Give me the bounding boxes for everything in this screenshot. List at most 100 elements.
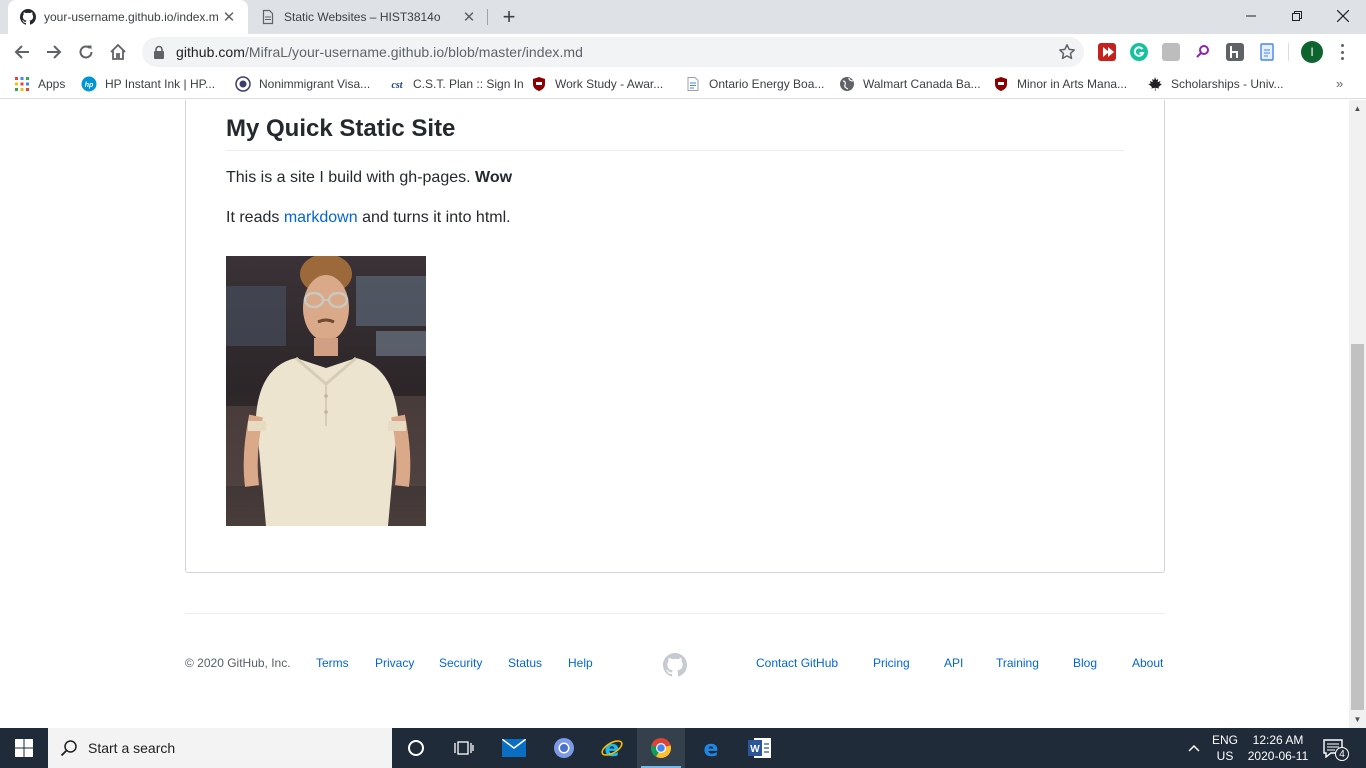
github-mark-icon[interactable] — [663, 653, 687, 677]
bookmark-cst-plan[interactable]: cst C.S.T. Plan :: Sign In — [389, 75, 523, 93]
readme-gif-image — [226, 256, 426, 526]
tab-title: your-username.github.io/index.m — [44, 10, 218, 24]
taskbar-search-box[interactable]: Start a search — [48, 728, 392, 768]
shield-icon — [995, 77, 1007, 91]
footer-link-help[interactable]: Help — [568, 656, 593, 670]
bookmark-hp-instant-ink[interactable]: hp HP Instant Ink | HP... — [81, 75, 215, 93]
markdown-link[interactable]: markdown — [284, 209, 358, 226]
scroll-up-arrow-icon[interactable]: ▲ — [1349, 100, 1366, 117]
profile-avatar[interactable]: I — [1301, 41, 1323, 63]
tab-static-websites[interactable]: Static Websites – HIST3814o ✕ — [248, 0, 488, 34]
input-language-indicator[interactable]: ENG US — [1208, 732, 1242, 764]
extension-docs-icon[interactable] — [1258, 43, 1276, 61]
lock-icon[interactable] — [152, 45, 166, 59]
reload-button[interactable] — [73, 39, 99, 65]
footer-link-training[interactable]: Training — [996, 656, 1039, 670]
bookmark-work-study[interactable]: Work Study - Awar... — [531, 75, 663, 93]
bookmark-ontario-energy[interactable]: Ontario Energy Boa... — [685, 75, 824, 93]
chrome-app[interactable] — [637, 728, 685, 768]
internet-explorer-app[interactable]: e — [588, 728, 636, 768]
cst-icon: cst — [391, 80, 403, 91]
footer-link-about[interactable]: About — [1132, 656, 1163, 670]
document-icon — [687, 77, 699, 91]
github-icon — [20, 9, 36, 25]
scrollbar-thumb[interactable] — [1351, 344, 1364, 710]
readme-title: My Quick Static Site — [226, 113, 1124, 151]
footer-link-api[interactable]: API — [944, 656, 963, 670]
extension-gray-icon[interactable] — [1162, 43, 1180, 61]
new-tab-button[interactable]: + — [497, 4, 521, 29]
tab-github-index[interactable]: your-username.github.io/index.m ✕ — [8, 0, 248, 34]
document-icon — [262, 9, 274, 25]
bookmark-nonimmigrant-visa[interactable]: Nonimmigrant Visa... — [235, 75, 370, 93]
extension-h-icon[interactable] — [1226, 43, 1244, 61]
cortana-button[interactable] — [392, 728, 440, 768]
bookmark-label: Scholarships - Univ... — [1171, 77, 1284, 91]
close-icon — [1337, 10, 1349, 22]
magnifier-icon — [1196, 45, 1209, 58]
globe-icon — [840, 77, 854, 91]
address-bar[interactable]: github.com/MifraL/your-username.github.i… — [142, 37, 1084, 67]
clock-time: 12:26 AM — [1252, 733, 1304, 747]
footer-link-pricing[interactable]: Pricing — [873, 656, 910, 670]
bookmark-label: Walmart Canada Ba... — [863, 77, 981, 91]
close-window-button[interactable] — [1320, 0, 1366, 32]
notification-count-badge: 4 — [1335, 747, 1349, 761]
language-code: ENG — [1211, 733, 1238, 747]
mail-app[interactable] — [490, 728, 538, 768]
footer-link-status[interactable]: Status — [508, 656, 542, 670]
extension-grammarly-icon[interactable] — [1130, 43, 1148, 61]
bookmark-minor-in-arts[interactable]: Minor in Arts Mana... — [993, 75, 1127, 93]
footer-link-blog[interactable]: Blog — [1073, 656, 1097, 670]
footer-link-security[interactable]: Security — [439, 656, 482, 670]
back-arrow-icon — [14, 45, 29, 59]
bookmarks-overflow-button[interactable]: » — [1336, 76, 1343, 91]
letter-h-icon — [1230, 46, 1238, 58]
restore-button[interactable] — [1274, 0, 1320, 32]
home-icon — [110, 43, 126, 60]
svg-text:W: W — [750, 744, 760, 755]
scroll-down-arrow-icon[interactable]: ▼ — [1349, 711, 1366, 728]
restore-icon — [1292, 11, 1302, 21]
edge-app[interactable]: e — [687, 728, 735, 768]
search-placeholder: Start a search — [88, 740, 176, 756]
back-button[interactable] — [9, 39, 35, 65]
home-button[interactable] — [105, 39, 131, 65]
forward-button[interactable] — [41, 39, 67, 65]
url-path: /MifraL/your-username.github.io/blob/mas… — [244, 44, 583, 60]
page-scrollbar[interactable]: ▲ ▼ — [1349, 100, 1366, 728]
tab-close-button[interactable]: ✕ — [218, 6, 240, 28]
show-hidden-icons-chevron-icon[interactable] — [1186, 740, 1202, 756]
bookmark-scholarships[interactable]: Scholarships - Univ... — [1147, 75, 1283, 93]
bookmark-label: Minor in Arts Mana... — [1017, 77, 1128, 91]
bookmark-label: Ontario Energy Boa... — [709, 77, 825, 91]
extension-search-icon[interactable] — [1194, 43, 1212, 61]
tab-close-button[interactable]: ✕ — [458, 6, 480, 28]
footer-link-terms[interactable]: Terms — [316, 656, 349, 670]
bookmark-star-icon[interactable] — [1058, 43, 1076, 61]
extension-youtube-icon[interactable] — [1098, 43, 1116, 61]
play-icon — [1103, 47, 1114, 57]
paragraph-text: and turns it into html. — [357, 209, 511, 226]
bookmark-walmart-canada[interactable]: Walmart Canada Ba... — [839, 75, 981, 93]
footer-link-privacy[interactable]: Privacy — [375, 656, 414, 670]
maple-leaf-icon — [1148, 77, 1162, 91]
keyboard-layout: US — [1216, 749, 1234, 763]
seal-icon — [235, 76, 251, 92]
start-button[interactable] — [0, 728, 48, 768]
toolbar-divider — [1288, 43, 1289, 61]
url-text[interactable]: github.com/MifraL/your-username.github.i… — [176, 44, 583, 60]
chrome-canary-app[interactable] — [540, 728, 588, 768]
forward-arrow-icon — [47, 45, 62, 59]
system-clock[interactable]: 12:26 AM 2020-06-11 — [1244, 732, 1312, 764]
footer-copyright: © 2020 GitHub, Inc. — [185, 656, 291, 670]
footer-link-contact-github[interactable]: Contact GitHub — [756, 656, 838, 670]
clock-date: 2020-06-11 — [1247, 749, 1309, 763]
browser-menu-button[interactable] — [1337, 43, 1347, 61]
chrome-icon — [650, 738, 672, 759]
task-view-button[interactable] — [440, 728, 488, 768]
minimize-button[interactable] — [1228, 0, 1274, 32]
bookmarks-bar: Apps hp HP Instant Ink | HP... Nonimmigr… — [0, 70, 1366, 99]
bookmark-apps[interactable]: Apps — [14, 75, 65, 93]
word-app[interactable]: W — [736, 728, 784, 768]
